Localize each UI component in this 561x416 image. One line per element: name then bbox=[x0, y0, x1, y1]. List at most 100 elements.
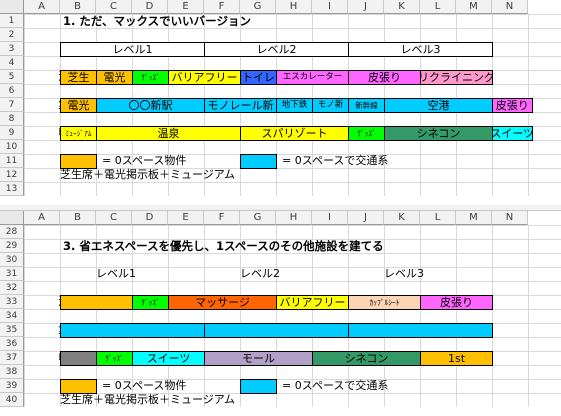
attr-cell[interactable]: モノレール新 bbox=[204, 98, 277, 113]
column-header-l[interactable]: L bbox=[420, 0, 456, 14]
attr-cell[interactable]: 皮張り bbox=[492, 98, 533, 113]
row-header-31[interactable]: 31 bbox=[0, 267, 24, 281]
sat-cell[interactable]: 皮張り bbox=[348, 70, 421, 85]
column-header-b[interactable]: B bbox=[60, 0, 96, 14]
note-text: 芝生席＋電光掲示板＋ミュージアム bbox=[60, 168, 236, 181]
sat-cell[interactable]: バリアフリー bbox=[276, 295, 349, 310]
sat-cell[interactable]: 皮張り bbox=[420, 295, 493, 310]
row-header-36[interactable]: 36 bbox=[0, 337, 24, 351]
column-header-e[interactable]: E bbox=[168, 211, 204, 225]
sat-cell[interactable]: バリアフリー bbox=[168, 70, 241, 85]
inc-cell[interactable]: 温泉 bbox=[96, 126, 241, 141]
sat-cell[interactable]: ｸﾞｯｽﾞ bbox=[132, 70, 169, 85]
select-all-corner[interactable] bbox=[0, 211, 24, 225]
column-header-m[interactable]: M bbox=[456, 0, 492, 14]
column-header-j[interactable]: J bbox=[348, 0, 384, 14]
legend-swatch-transport bbox=[240, 379, 277, 394]
column-header-c[interactable]: C bbox=[96, 0, 132, 14]
inc-cell[interactable]: スパリゾート bbox=[240, 126, 349, 141]
inc-cell[interactable]: シネコン bbox=[312, 351, 421, 366]
row-header-33[interactable]: 33 bbox=[0, 295, 24, 309]
column-header-b[interactable]: B bbox=[60, 211, 96, 225]
row-header-35[interactable]: 35 bbox=[0, 323, 24, 337]
attr-cell[interactable]: 新幹線 bbox=[348, 98, 385, 113]
sat-cell[interactable]: 芝生 bbox=[60, 70, 97, 85]
attr-cell[interactable]: 〇〇新駅 bbox=[96, 98, 205, 113]
legend-label-transport: = 0スペースで交通系 bbox=[282, 154, 389, 167]
column-header-l[interactable]: L bbox=[420, 211, 456, 225]
row-header-7[interactable]: 7 bbox=[0, 98, 24, 112]
sat-cell[interactable]: トイレ bbox=[240, 70, 277, 85]
column-header-g[interactable]: G bbox=[240, 0, 276, 14]
row-header-40[interactable]: 40 bbox=[0, 393, 24, 407]
column-header-j[interactable]: J bbox=[348, 211, 384, 225]
level-header-1[interactable]: レベル1 bbox=[60, 42, 205, 57]
column-header-a[interactable]: A bbox=[24, 211, 60, 225]
sat-cell-empty[interactable] bbox=[60, 295, 133, 310]
spreadsheet: A B C D E F G H I J K L M N 1 2 3 4 5 6 7 8 9 10 11 12 13 1. ただ、マック… bbox=[0, 0, 561, 416]
row-header-37[interactable]: 37 bbox=[0, 351, 24, 365]
attr-cell[interactable]: 地下鉄 bbox=[276, 98, 313, 113]
row-header-34[interactable]: 34 bbox=[0, 309, 24, 323]
inc-cell[interactable]: スイーツ bbox=[492, 126, 533, 141]
inc-cell[interactable]: ｸﾞｯｽﾞ bbox=[348, 126, 385, 141]
select-all-corner[interactable] bbox=[0, 0, 24, 14]
column-header-a[interactable]: A bbox=[24, 0, 60, 14]
column-header-i[interactable]: I bbox=[312, 0, 348, 14]
column-header-f[interactable]: F bbox=[204, 211, 240, 225]
column-header-h[interactable]: H bbox=[276, 0, 312, 14]
column-header-d[interactable]: D bbox=[132, 0, 168, 14]
sat-cell[interactable]: ｶｯﾌﾟﾙｼｰﾄ bbox=[348, 295, 421, 310]
attr-cell[interactable]: モノ新 bbox=[312, 98, 349, 113]
attr-cell[interactable]: 空港 bbox=[384, 98, 493, 113]
inc-cell[interactable]: モール bbox=[204, 351, 313, 366]
sat-cell[interactable]: リクライニング bbox=[420, 70, 493, 85]
column-header-e[interactable]: E bbox=[168, 0, 204, 14]
row-header-32[interactable]: 32 bbox=[0, 281, 24, 295]
inc-cell[interactable]: シネコン bbox=[384, 126, 493, 141]
column-header-m[interactable]: M bbox=[456, 211, 492, 225]
inc-cell[interactable]: ｸﾞｯｽﾞ bbox=[96, 351, 133, 366]
row-header-29[interactable]: 29 bbox=[0, 239, 24, 253]
column-header-n[interactable]: N bbox=[492, 211, 528, 225]
column-header-n[interactable]: N bbox=[492, 0, 528, 14]
legend-label-property: = 0スペース物件 bbox=[102, 154, 187, 167]
row-header-5[interactable]: 5 bbox=[0, 70, 24, 84]
column-header-i[interactable]: I bbox=[312, 211, 348, 225]
inc-cell-empty[interactable] bbox=[60, 351, 97, 366]
attr-cell[interactable]: 電光 bbox=[60, 98, 97, 113]
row-header-13[interactable]: 13 bbox=[0, 182, 24, 196]
column-header-h[interactable]: H bbox=[276, 211, 312, 225]
attr-bar[interactable] bbox=[60, 323, 493, 338]
column-header-f[interactable]: F bbox=[204, 0, 240, 14]
column-header-k[interactable]: K bbox=[384, 211, 420, 225]
sat-cell[interactable]: エスカレーター bbox=[276, 70, 349, 85]
row-header-39[interactable]: 39 bbox=[0, 379, 24, 393]
level-header-2: レベル2 bbox=[240, 267, 280, 280]
row-header-38[interactable]: 38 bbox=[0, 365, 24, 379]
inc-cell[interactable]: 1st bbox=[420, 351, 493, 366]
sat-cell[interactable]: マッサージ bbox=[168, 295, 277, 310]
row-header-9[interactable]: 9 bbox=[0, 126, 24, 140]
row-header-2[interactable]: 2 bbox=[0, 28, 24, 42]
row-header-3[interactable]: 3 bbox=[0, 42, 24, 56]
row-header-4[interactable]: 4 bbox=[0, 56, 24, 70]
column-header-k[interactable]: K bbox=[384, 0, 420, 14]
row-header-28[interactable]: 28 bbox=[0, 225, 24, 239]
column-header-d[interactable]: D bbox=[132, 211, 168, 225]
row-header-6[interactable]: 6 bbox=[0, 84, 24, 98]
row-header-1[interactable]: 1 bbox=[0, 14, 24, 28]
level-header-2[interactable]: レベル2 bbox=[204, 42, 349, 57]
row-header-30[interactable]: 30 bbox=[0, 253, 24, 267]
row-header-11[interactable]: 11 bbox=[0, 154, 24, 168]
row-header-10[interactable]: 10 bbox=[0, 140, 24, 154]
inc-cell[interactable]: スイーツ bbox=[132, 351, 205, 366]
column-header-g[interactable]: G bbox=[240, 211, 276, 225]
level-header-3[interactable]: レベル3 bbox=[348, 42, 493, 57]
column-header-c[interactable]: C bbox=[96, 211, 132, 225]
inc-cell[interactable]: ﾐｭｰｼﾞｱﾑ bbox=[60, 126, 97, 141]
row-header-8[interactable]: 8 bbox=[0, 112, 24, 126]
sat-cell[interactable]: 電光 bbox=[96, 70, 133, 85]
row-header-12[interactable]: 12 bbox=[0, 168, 24, 182]
sat-cell[interactable]: ｸﾞｯｽﾞ bbox=[132, 295, 169, 310]
